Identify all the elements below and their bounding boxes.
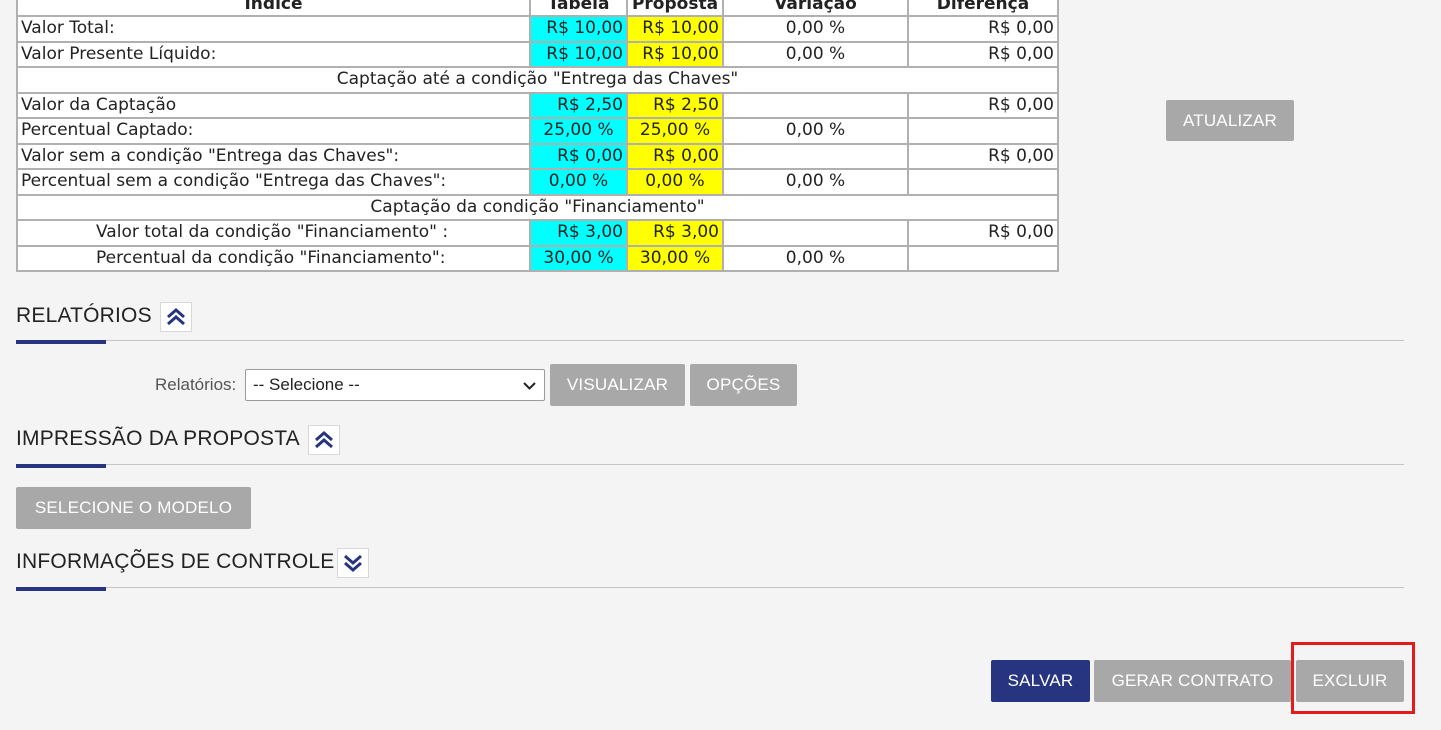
section-accent-bar <box>16 464 106 468</box>
variacao-value <box>722 142 909 170</box>
row-label: Valor Total: <box>16 15 531 43</box>
row-label: Valor sem a condição "Entrega das Chaves… <box>16 142 531 170</box>
chevron-double-down-icon <box>344 554 362 572</box>
header-tabela: Tabela <box>529 0 628 17</box>
table-section-row: Captação da condição "Financiamento" <box>16 193 1059 221</box>
section-divider <box>16 587 1404 588</box>
proposta-value: R$ 3,00 <box>626 219 724 247</box>
relatorios-label: Relatórios: <box>155 375 237 394</box>
atualizar-button[interactable]: ATUALIZAR <box>1166 100 1294 141</box>
row-label: Percentual Captado: <box>16 117 531 145</box>
table-row: Percentual da condição "Financiamento": … <box>16 244 1059 272</box>
header-diferenca: Diferença <box>907 0 1059 17</box>
section-divider <box>16 340 1404 341</box>
chevron-double-up-icon <box>315 431 333 449</box>
visualizar-button[interactable]: VISUALIZAR <box>550 364 685 406</box>
table-row: Valor Total: R$ 10,00 R$ 10,00 0,00 % R$… <box>16 15 1059 43</box>
relatorios-select[interactable]: -- Selecione -- <box>245 369 545 401</box>
variacao-value <box>722 91 909 119</box>
controle-section-header: INFORMAÇÕES DE CONTROLE <box>16 548 1404 592</box>
tabela-value: R$ 3,00 <box>529 219 628 247</box>
section-title-entrega-chaves: Captação até a condição "Entrega das Cha… <box>16 66 1059 94</box>
chevron-double-up-icon <box>167 308 185 326</box>
tabela-value: R$ 10,00 <box>529 15 628 43</box>
header-variacao: Variação <box>722 0 909 17</box>
impressao-title: IMPRESSÃO DA PROPOSTA <box>16 427 300 450</box>
diferenca-value: R$ 0,00 <box>907 91 1059 119</box>
excluir-button[interactable]: EXCLUIR <box>1296 660 1404 702</box>
tabela-value: R$ 0,00 <box>529 142 628 170</box>
table-row: Percentual sem a condição "Entrega das C… <box>16 168 1059 196</box>
impressao-section-header: IMPRESSÃO DA PROPOSTA <box>16 425 1404 469</box>
diferenca-value <box>907 117 1059 145</box>
proposta-value: R$ 10,00 <box>626 15 724 43</box>
variacao-value: 0,00 % <box>722 117 909 145</box>
diferenca-value: R$ 0,00 <box>907 15 1059 43</box>
table-section-row: Captação até a condição "Entrega das Cha… <box>16 66 1059 94</box>
controle-toggle[interactable] <box>337 548 369 578</box>
diferenca-value: R$ 0,00 <box>907 40 1059 68</box>
impressao-toggle[interactable] <box>308 425 340 455</box>
tabela-value: 30,00 % <box>529 244 628 272</box>
row-label: Valor da Captação <box>16 91 531 119</box>
proposta-value: 25,00 % <box>626 117 724 145</box>
proposta-value: 0,00 % <box>626 168 724 196</box>
relatorios-select-value: -- Selecione -- <box>253 375 360 394</box>
relatorios-title: RELATÓRIOS <box>16 304 152 327</box>
variacao-value: 0,00 % <box>722 15 909 43</box>
header-indice: Índice <box>16 0 531 17</box>
diferenca-value <box>907 244 1059 272</box>
summary-table: Índice Tabela Proposta Variação Diferenç… <box>16 0 1059 272</box>
tabela-value: 25,00 % <box>529 117 628 145</box>
table-row: Valor total da condição "Financiamento" … <box>16 219 1059 247</box>
table-header-row: Índice Tabela Proposta Variação Diferenç… <box>16 0 1059 17</box>
controle-title: INFORMAÇÕES DE CONTROLE <box>16 550 335 573</box>
table-row: Valor da Captação R$ 2,50 R$ 2,50 R$ 0,0… <box>16 91 1059 119</box>
variacao-value <box>722 219 909 247</box>
section-divider <box>16 464 1404 465</box>
diferenca-value: R$ 0,00 <box>907 142 1059 170</box>
salvar-button[interactable]: SALVAR <box>991 660 1090 702</box>
row-label: Percentual sem a condição "Entrega das C… <box>16 168 531 196</box>
proposta-value: R$ 0,00 <box>626 142 724 170</box>
selecione-modelo-button[interactable]: SELECIONE O MODELO <box>16 487 251 529</box>
table-row: Valor sem a condição "Entrega das Chaves… <box>16 142 1059 170</box>
row-label: Valor total da condição "Financiamento" … <box>16 219 531 247</box>
row-label: Percentual da condição "Financiamento": <box>16 244 531 272</box>
header-proposta: Proposta <box>626 0 724 17</box>
variacao-value: 0,00 % <box>722 244 909 272</box>
proposta-value: 30,00 % <box>626 244 724 272</box>
proposta-value: R$ 2,50 <box>626 91 724 119</box>
chevron-down-icon <box>523 382 536 390</box>
relatorios-section-header: RELATÓRIOS <box>16 302 1404 346</box>
section-title-financiamento: Captação da condição "Financiamento" <box>16 193 1059 221</box>
section-accent-bar <box>16 340 106 344</box>
table-row: Valor Presente Líquido: R$ 10,00 R$ 10,0… <box>16 40 1059 68</box>
tabela-value: R$ 10,00 <box>529 40 628 68</box>
proposta-value: R$ 10,00 <box>626 40 724 68</box>
diferenca-value: R$ 0,00 <box>907 219 1059 247</box>
variacao-value: 0,00 % <box>722 40 909 68</box>
table-row: Percentual Captado: 25,00 % 25,00 % 0,00… <box>16 117 1059 145</box>
relatorios-toggle[interactable] <box>160 302 192 332</box>
row-label: Valor Presente Líquido: <box>16 40 531 68</box>
section-accent-bar <box>16 587 106 591</box>
tabela-value: R$ 2,50 <box>529 91 628 119</box>
diferenca-value <box>907 168 1059 196</box>
opcoes-button[interactable]: OPÇÕES <box>690 364 797 406</box>
variacao-value: 0,00 % <box>722 168 909 196</box>
tabela-value: 0,00 % <box>529 168 628 196</box>
gerar-contrato-button[interactable]: GERAR CONTRATO <box>1094 660 1291 702</box>
